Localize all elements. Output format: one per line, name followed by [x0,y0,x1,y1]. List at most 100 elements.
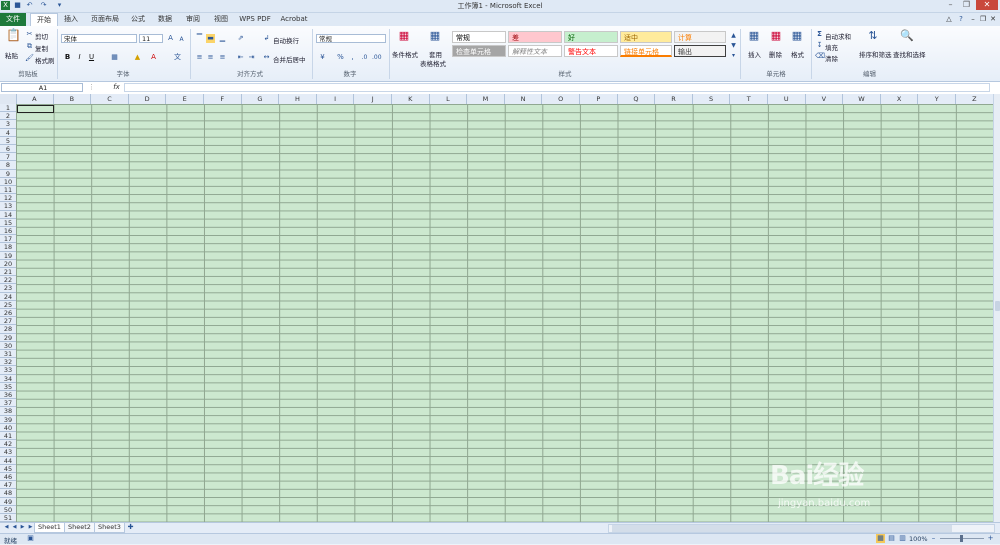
row-header-25[interactable]: 25 [0,300,16,309]
row-header-35[interactable]: 35 [0,382,16,391]
tab-data[interactable]: 数据 [154,13,176,26]
format-painter-button[interactable]: 格式刷 [35,55,55,65]
find-select-icon[interactable]: 🔍 [900,30,914,45]
row-header-8[interactable]: 8 [0,161,16,170]
column-header-h[interactable]: H [279,94,317,104]
column-header-x[interactable]: X [881,94,919,104]
zoom-out-icon[interactable]: – [929,534,938,543]
row-header-1[interactable]: 1 [0,104,16,113]
column-header-y[interactable]: Y [918,94,956,104]
column-header-r[interactable]: R [655,94,693,104]
clear-icon[interactable]: ⌫ [815,52,825,61]
fill-button[interactable]: 填充 [825,42,838,52]
row-header-33[interactable]: 33 [0,366,16,375]
row-header-39[interactable]: 39 [0,415,16,424]
increase-decimal-icon[interactable]: .0 [360,53,369,62]
row-header-32[interactable]: 32 [0,358,16,367]
row-header-26[interactable]: 26 [0,309,16,318]
row-header-40[interactable]: 40 [0,423,16,432]
format-as-table-icon[interactable]: ▦ [428,30,442,45]
column-header-s[interactable]: S [693,94,731,104]
row-header-12[interactable]: 12 [0,194,16,203]
fill-color-icon[interactable]: ▲ [133,53,142,62]
row-header-19[interactable]: 19 [0,251,16,260]
italic-button[interactable]: I [75,53,84,62]
decrease-decimal-icon[interactable]: .00 [372,53,382,62]
cut-icon[interactable]: ✂ [25,30,34,39]
row-header-34[interactable]: 34 [0,374,16,383]
find-select-button[interactable]: 查找和选择 [893,49,926,59]
orientation-icon[interactable]: ⇗ [236,34,245,43]
style-calculation[interactable]: 计算 [674,31,726,43]
tab-home[interactable]: 开始 [30,13,58,26]
doc-minimize-icon[interactable]: – [968,13,978,26]
column-header-j[interactable]: J [354,94,392,104]
font-size-select[interactable]: 11 [139,34,163,43]
row-header-21[interactable]: 21 [0,268,16,277]
tab-insert[interactable]: 插入 [60,13,82,26]
tab-acrobat[interactable]: Acrobat [279,13,309,26]
row-header-36[interactable]: 36 [0,391,16,400]
row-header-31[interactable]: 31 [0,350,16,359]
insert-function-icon[interactable]: fx [112,83,121,92]
zoom-level[interactable]: 100% [909,535,928,543]
row-header-48[interactable]: 48 [0,489,16,498]
horizontal-scroll-thumb[interactable] [612,525,952,532]
format-painter-icon[interactable]: 🖌 [25,54,34,63]
style-good[interactable]: 好 [564,31,618,43]
fill-icon[interactable]: ↧ [815,41,824,50]
copy-icon[interactable]: ⧉ [25,42,34,51]
row-header-27[interactable]: 27 [0,317,16,326]
delete-cells-icon[interactable]: ▦ [769,30,783,45]
zoom-slider-thumb[interactable] [960,535,963,542]
column-header-f[interactable]: F [204,94,242,104]
bold-button[interactable]: B [63,53,72,62]
wrap-text-icon[interactable]: ↲ [262,34,271,43]
style-linked-cell[interactable]: 链接单元格 [620,45,672,57]
sheet-tab-3[interactable]: Sheet3 [94,523,125,533]
row-header-3[interactable]: 3 [0,120,16,129]
accounting-format-icon[interactable]: ¥ [318,53,327,62]
row-header-23[interactable]: 23 [0,284,16,293]
column-header-t[interactable]: T [730,94,768,104]
grow-font-icon[interactable]: A [166,34,175,43]
paste-icon[interactable]: 📋 [6,29,21,45]
column-header-n[interactable]: N [505,94,543,104]
column-header-e[interactable]: E [166,94,204,104]
format-as-table-button-line2[interactable]: 表格格式 [420,58,446,68]
row-header-6[interactable]: 6 [0,145,16,154]
column-header-l[interactable]: L [430,94,468,104]
row-header-41[interactable]: 41 [0,432,16,441]
row-header-9[interactable]: 9 [0,169,16,178]
row-header-18[interactable]: 18 [0,243,16,252]
row-header-14[interactable]: 14 [0,210,16,219]
row-header-17[interactable]: 17 [0,235,16,244]
row-header-10[interactable]: 10 [0,177,16,186]
tab-review[interactable]: 审阅 [182,13,204,26]
row-header-50[interactable]: 50 [0,505,16,514]
column-header-m[interactable]: M [467,94,505,104]
increase-indent-icon[interactable]: ⇥ [247,53,256,62]
row-header-20[interactable]: 20 [0,259,16,268]
style-neutral[interactable]: 适中 [620,31,672,43]
row-header-13[interactable]: 13 [0,202,16,211]
row-header-44[interactable]: 44 [0,456,16,465]
align-top-icon[interactable]: ▔ [195,34,204,43]
border-icon[interactable]: ▦ [110,53,119,62]
formula-input[interactable] [124,83,990,92]
gallery-up-icon[interactable]: ▲ [729,31,738,39]
decrease-indent-icon[interactable]: ⇤ [236,53,245,62]
percent-button[interactable]: % [336,53,345,62]
zoom-slider[interactable] [940,535,984,542]
column-header-a[interactable]: A [16,94,54,104]
column-header-i[interactable]: I [317,94,355,104]
column-header-k[interactable]: K [392,94,430,104]
row-header-37[interactable]: 37 [0,399,16,408]
row-header-38[interactable]: 38 [0,407,16,416]
tab-formulas[interactable]: 公式 [128,13,148,26]
row-header-45[interactable]: 45 [0,464,16,473]
active-cell[interactable] [17,105,54,113]
style-output[interactable]: 输出 [674,45,726,57]
row-header-4[interactable]: 4 [0,128,16,137]
row-header-49[interactable]: 49 [0,497,16,506]
